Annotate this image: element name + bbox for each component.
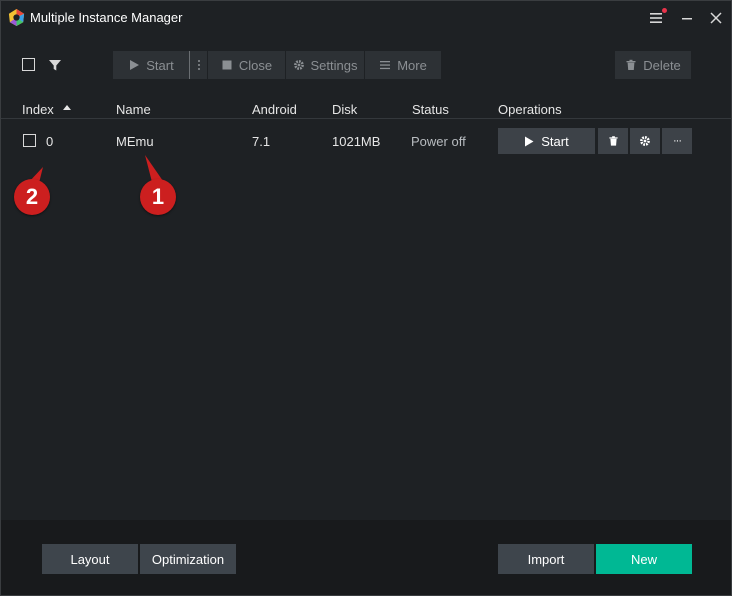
minimize-icon xyxy=(682,18,692,20)
batch-close-label: Close xyxy=(238,57,273,73)
instance-index: 0 xyxy=(46,134,54,149)
trash-icon xyxy=(626,59,636,70)
app-logo-icon xyxy=(8,8,25,27)
hamburger-menu-icon xyxy=(650,13,662,23)
instance-delete-button[interactable] xyxy=(598,128,628,154)
instance-settings-button[interactable] xyxy=(630,128,660,154)
batch-more-label: More xyxy=(397,57,427,73)
gear-icon xyxy=(640,136,650,146)
instance-more-button[interactable]: ··· xyxy=(662,128,692,154)
column-header-disk: Disk xyxy=(332,102,358,117)
menu-button[interactable] xyxy=(644,7,668,29)
column-header-name: Name xyxy=(116,102,151,117)
window-title: Multiple Instance Manager xyxy=(30,10,183,25)
notification-dot xyxy=(662,8,667,13)
annotation-badge-1: 1 xyxy=(140,179,176,215)
play-icon xyxy=(525,136,534,146)
instance-manager-window: Multiple Instance Manager Start Close Se… xyxy=(0,0,732,596)
title-bar: Multiple Instance Manager xyxy=(1,1,731,35)
column-header-operations: Operations xyxy=(498,102,562,117)
table-row: 0 MEmu 7.1 1021MB Power off Start ··· xyxy=(1,125,731,157)
batch-close-button[interactable]: Close xyxy=(208,51,285,79)
minimize-button[interactable] xyxy=(675,7,699,29)
instance-disk-size: 1021MB xyxy=(332,134,381,149)
instance-name[interactable]: MEmu xyxy=(116,134,154,149)
layout-button[interactable]: Layout xyxy=(42,544,138,574)
list-icon xyxy=(380,61,391,70)
batch-settings-button[interactable]: Settings xyxy=(286,51,364,79)
instance-status: Power off xyxy=(411,134,466,149)
trash-icon xyxy=(608,136,618,146)
instance-start-button[interactable]: Start xyxy=(498,128,595,154)
filter-icon[interactable] xyxy=(48,58,62,72)
table-header: Index Name Android Disk Status Operation… xyxy=(1,97,731,119)
stop-icon xyxy=(222,60,232,70)
annotation-pointers xyxy=(28,155,163,187)
play-icon xyxy=(130,60,140,70)
column-header-index[interactable]: Index xyxy=(22,102,54,117)
batch-delete-label: Delete xyxy=(643,57,681,73)
import-button[interactable]: Import xyxy=(498,544,594,574)
instance-android-version: 7.1 xyxy=(252,134,271,149)
batch-more-button[interactable]: More xyxy=(365,51,441,79)
annotation-badge-2: 2 xyxy=(14,179,50,215)
sort-ascending-icon[interactable] xyxy=(63,105,71,110)
column-header-android: Android xyxy=(252,102,297,117)
row-checkbox[interactable] xyxy=(23,134,36,147)
new-instance-button[interactable]: New xyxy=(596,544,692,574)
batch-start-label: Start xyxy=(146,57,174,73)
gear-icon xyxy=(293,60,304,70)
column-header-status: Status xyxy=(412,102,449,117)
close-icon xyxy=(710,12,722,24)
footer-bar: Layout Optimization Import New xyxy=(1,520,731,595)
batch-start-button[interactable]: Start xyxy=(113,51,189,79)
batch-settings-label: Settings xyxy=(310,57,358,73)
more-dots-icon: ··· xyxy=(673,135,682,147)
start-options-button[interactable] xyxy=(189,51,207,79)
optimization-button[interactable]: Optimization xyxy=(140,544,236,574)
close-window-button[interactable] xyxy=(704,7,728,29)
vertical-dots-icon xyxy=(197,60,200,70)
instance-start-label: Start xyxy=(541,133,569,149)
toolbar: Start Close Settings More Delete xyxy=(1,45,731,85)
batch-delete-button[interactable]: Delete xyxy=(615,51,691,79)
select-all-checkbox[interactable] xyxy=(22,58,35,71)
annotation-1-pointer xyxy=(145,155,163,182)
